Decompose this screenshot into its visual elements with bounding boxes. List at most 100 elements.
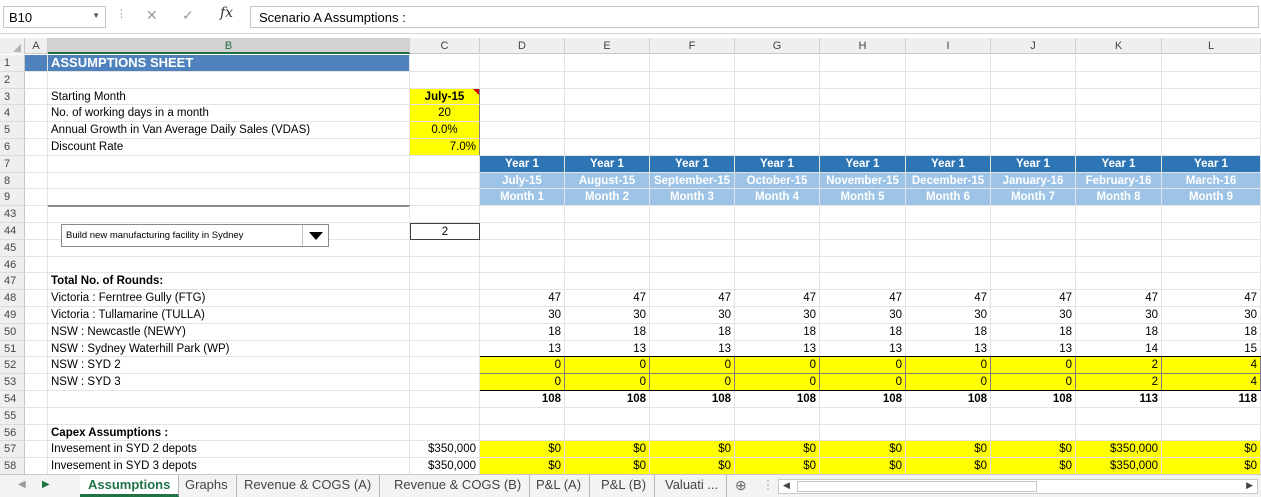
scrollbar-left-icon[interactable]: ◀ — [783, 480, 790, 491]
formula-input[interactable]: Scenario A Assumptions : — [250, 6, 1259, 28]
round-value[interactable]: 14 — [1076, 340, 1162, 358]
round-value[interactable]: 0 — [480, 374, 565, 391]
year-header[interactable]: Year 1 — [480, 155, 565, 173]
empty-cell[interactable] — [1076, 105, 1162, 123]
empty-cell[interactable] — [565, 407, 650, 425]
empty-cell[interactable] — [25, 407, 48, 425]
round-value[interactable]: 15 — [1162, 340, 1261, 358]
month-number-header[interactable]: Month 4 — [735, 189, 820, 207]
param-label[interactable]: No. of working days in a month — [48, 105, 410, 123]
spreadsheet-grid[interactable]: ABCDEFGHIJKL 1 ASSUMPTIONS SHEET 2 3 Startin… — [0, 38, 1261, 474]
empty-cell[interactable] — [991, 239, 1076, 257]
empty-cell[interactable] — [820, 239, 906, 257]
empty-cell[interactable] — [25, 189, 48, 207]
row-header[interactable]: 5 — [0, 122, 25, 139]
empty-cell[interactable] — [25, 290, 48, 307]
round-value[interactable]: 13 — [906, 340, 991, 358]
round-total[interactable]: 113 — [1076, 391, 1162, 408]
capex-value[interactable]: $0 — [1162, 441, 1261, 459]
capex-amount[interactable]: $350,000 — [410, 441, 480, 459]
empty-cell[interactable] — [480, 407, 565, 425]
empty-cell[interactable] — [991, 273, 1076, 291]
empty-cell[interactable] — [735, 239, 820, 257]
column-header-k[interactable]: K — [1076, 38, 1162, 54]
column-header-e[interactable]: E — [565, 38, 650, 54]
row-header[interactable]: 9 — [0, 189, 25, 207]
empty-cell[interactable] — [1076, 256, 1162, 274]
empty-cell[interactable] — [1162, 88, 1261, 106]
empty-cell[interactable] — [650, 256, 735, 274]
empty-cell[interactable] — [820, 273, 906, 291]
month-number-header[interactable]: Month 3 — [650, 189, 735, 207]
sheet-tab[interactable]: P&L (B) — [593, 475, 656, 497]
empty-cell[interactable] — [650, 206, 735, 223]
empty-cell[interactable] — [820, 256, 906, 274]
year-header[interactable]: Year 1 — [1076, 155, 1162, 173]
round-label[interactable]: NSW : SYD 2 — [48, 357, 410, 375]
empty-cell[interactable] — [1076, 407, 1162, 425]
empty-cell[interactable] — [820, 407, 906, 425]
capex-heading[interactable]: Capex Assumptions : — [48, 424, 410, 442]
empty-cell[interactable] — [480, 206, 565, 223]
round-value[interactable]: 13 — [480, 340, 565, 358]
sheet-tab[interactable]: Revenue & COGS (A) — [236, 475, 381, 497]
empty-cell[interactable] — [480, 273, 565, 291]
empty-cell[interactable] — [906, 88, 991, 106]
round-total[interactable]: 108 — [820, 391, 906, 408]
empty-cell[interactable] — [1162, 239, 1261, 257]
round-value[interactable]: 18 — [480, 323, 565, 341]
capex-label[interactable]: Invesement in SYD 2 depots — [48, 441, 410, 459]
capex-value[interactable]: $0 — [991, 441, 1076, 459]
capex-value[interactable]: $0 — [820, 441, 906, 459]
empty-cell[interactable] — [25, 88, 48, 106]
empty-cell[interactable] — [991, 424, 1076, 442]
empty-cell[interactable] — [48, 391, 410, 408]
row-header[interactable]: 54 — [0, 391, 25, 408]
round-value[interactable]: 0 — [906, 374, 991, 391]
capex-value[interactable]: $0 — [565, 441, 650, 459]
empty-cell[interactable] — [410, 155, 480, 173]
empty-cell[interactable] — [1162, 71, 1261, 89]
round-value[interactable]: 47 — [565, 290, 650, 307]
rounds-heading[interactable]: Total No. of Rounds: — [48, 273, 410, 291]
empty-cell[interactable] — [1076, 273, 1162, 291]
check-icon[interactable]: ✓ — [182, 7, 194, 24]
empty-cell[interactable] — [991, 122, 1076, 139]
row-header[interactable]: 8 — [0, 172, 25, 190]
empty-cell[interactable] — [991, 256, 1076, 274]
empty-cell[interactable] — [410, 407, 480, 425]
empty-cell[interactable] — [1076, 424, 1162, 442]
empty-cell[interactable] — [820, 139, 906, 156]
empty-cell[interactable] — [410, 189, 480, 207]
round-value[interactable]: 13 — [991, 340, 1076, 358]
empty-cell[interactable] — [906, 239, 991, 257]
month-date-header[interactable]: November-15 — [820, 172, 906, 190]
empty-cell[interactable] — [480, 256, 565, 274]
title-bar-a[interactable] — [25, 55, 48, 72]
empty-cell[interactable] — [480, 139, 565, 156]
empty-cell[interactable] — [1076, 71, 1162, 89]
round-value[interactable]: 47 — [1162, 290, 1261, 307]
name-box[interactable]: B10 ▼ — [3, 6, 106, 28]
row-header[interactable]: 52 — [0, 357, 25, 375]
round-value[interactable]: 13 — [735, 340, 820, 358]
empty-cell[interactable] — [650, 273, 735, 291]
row-header[interactable]: 6 — [0, 139, 25, 156]
function-icon[interactable]: fx — [220, 5, 233, 21]
empty-cell[interactable] — [1076, 139, 1162, 156]
empty-cell[interactable] — [906, 206, 991, 223]
scroll-left-icon[interactable]: ◀ — [18, 479, 26, 490]
empty-cell[interactable] — [820, 424, 906, 442]
empty-cell[interactable] — [991, 55, 1076, 72]
empty-cell[interactable] — [565, 239, 650, 257]
round-value[interactable]: 47 — [906, 290, 991, 307]
empty-cell[interactable] — [650, 223, 735, 240]
param-label[interactable]: Discount Rate — [48, 139, 410, 156]
month-number-header[interactable]: Month 1 — [480, 189, 565, 207]
empty-cell[interactable] — [735, 88, 820, 106]
row-header[interactable]: 44 — [0, 223, 25, 240]
param-label[interactable]: Annual Growth in Van Average Daily Sales… — [48, 122, 410, 139]
empty-cell[interactable] — [480, 88, 565, 106]
empty-cell[interactable] — [991, 206, 1076, 223]
empty-cell[interactable] — [906, 55, 991, 72]
